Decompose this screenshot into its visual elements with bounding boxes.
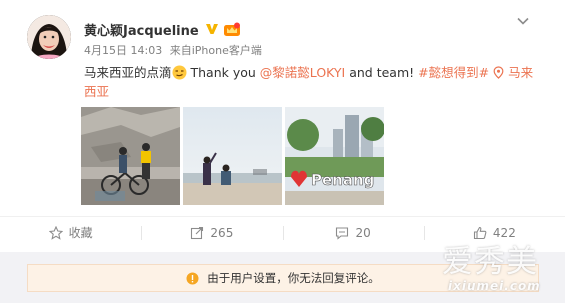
text-segment: 马来西亚的点滴 <box>84 65 172 80</box>
street-art-photo[interactable] <box>81 107 180 205</box>
post-source: iPhone客户端 <box>191 44 262 57</box>
text-segment: Thank you <box>186 65 260 80</box>
site-watermark: 爱秀美 ixiumei.com <box>442 236 557 300</box>
notice-text: 由于用户设置，你无法回复评论。 <box>207 271 380 285</box>
username[interactable]: 黄心颖Jacqueline <box>84 20 199 39</box>
source-prefix: 来自 <box>169 44 192 57</box>
star-icon <box>48 225 63 240</box>
seaside-photo[interactable] <box>183 107 282 205</box>
repost-button[interactable]: 265 <box>141 217 282 248</box>
avatar[interactable] <box>27 15 71 59</box>
comment-button[interactable]: 20 <box>282 217 424 248</box>
warning-icon <box>186 272 199 284</box>
location-pin-icon <box>493 66 504 79</box>
repost-icon <box>191 226 204 239</box>
post-meta: 4月15日 14:03 来自iPhone客户端 <box>84 42 266 58</box>
favorite-label: 收藏 <box>68 226 93 240</box>
repost-count: 265 <box>210 225 234 240</box>
penang-sign-text: Penang <box>311 171 374 189</box>
hashtag-link[interactable]: #懿想得到# <box>418 65 489 80</box>
name-row: 黄心颖Jacqueline <box>84 19 241 39</box>
weibo-post-card: 黄心颖Jacqueline 4月15日 14:03 来自iPhone客户端 马来… <box>0 0 565 303</box>
chevron-down-icon[interactable] <box>516 14 530 28</box>
favorite-button[interactable]: 收藏 <box>0 217 141 248</box>
mention-link[interactable]: @黎諾懿LOKYI <box>260 65 345 80</box>
post-text: 马来西亚的点滴 Thank you @黎諾懿LOKYI and team! #懿… <box>84 63 534 101</box>
photo-grid: Penang <box>81 107 384 205</box>
vip-crown-icon[interactable] <box>223 22 241 37</box>
watermark-logo-text: 爱秀美 <box>442 244 538 280</box>
watermark-url: ixiumei.com <box>448 279 541 293</box>
comment-count: 20 <box>355 225 371 240</box>
post-date[interactable]: 4月15日 14:03 <box>84 44 162 57</box>
verified-v-icon <box>205 24 218 34</box>
smirk-emoji-icon <box>172 65 187 80</box>
i-love-penang-photo[interactable]: Penang <box>285 107 384 205</box>
comment-icon <box>336 226 349 240</box>
text-segment: and team! <box>345 65 419 80</box>
